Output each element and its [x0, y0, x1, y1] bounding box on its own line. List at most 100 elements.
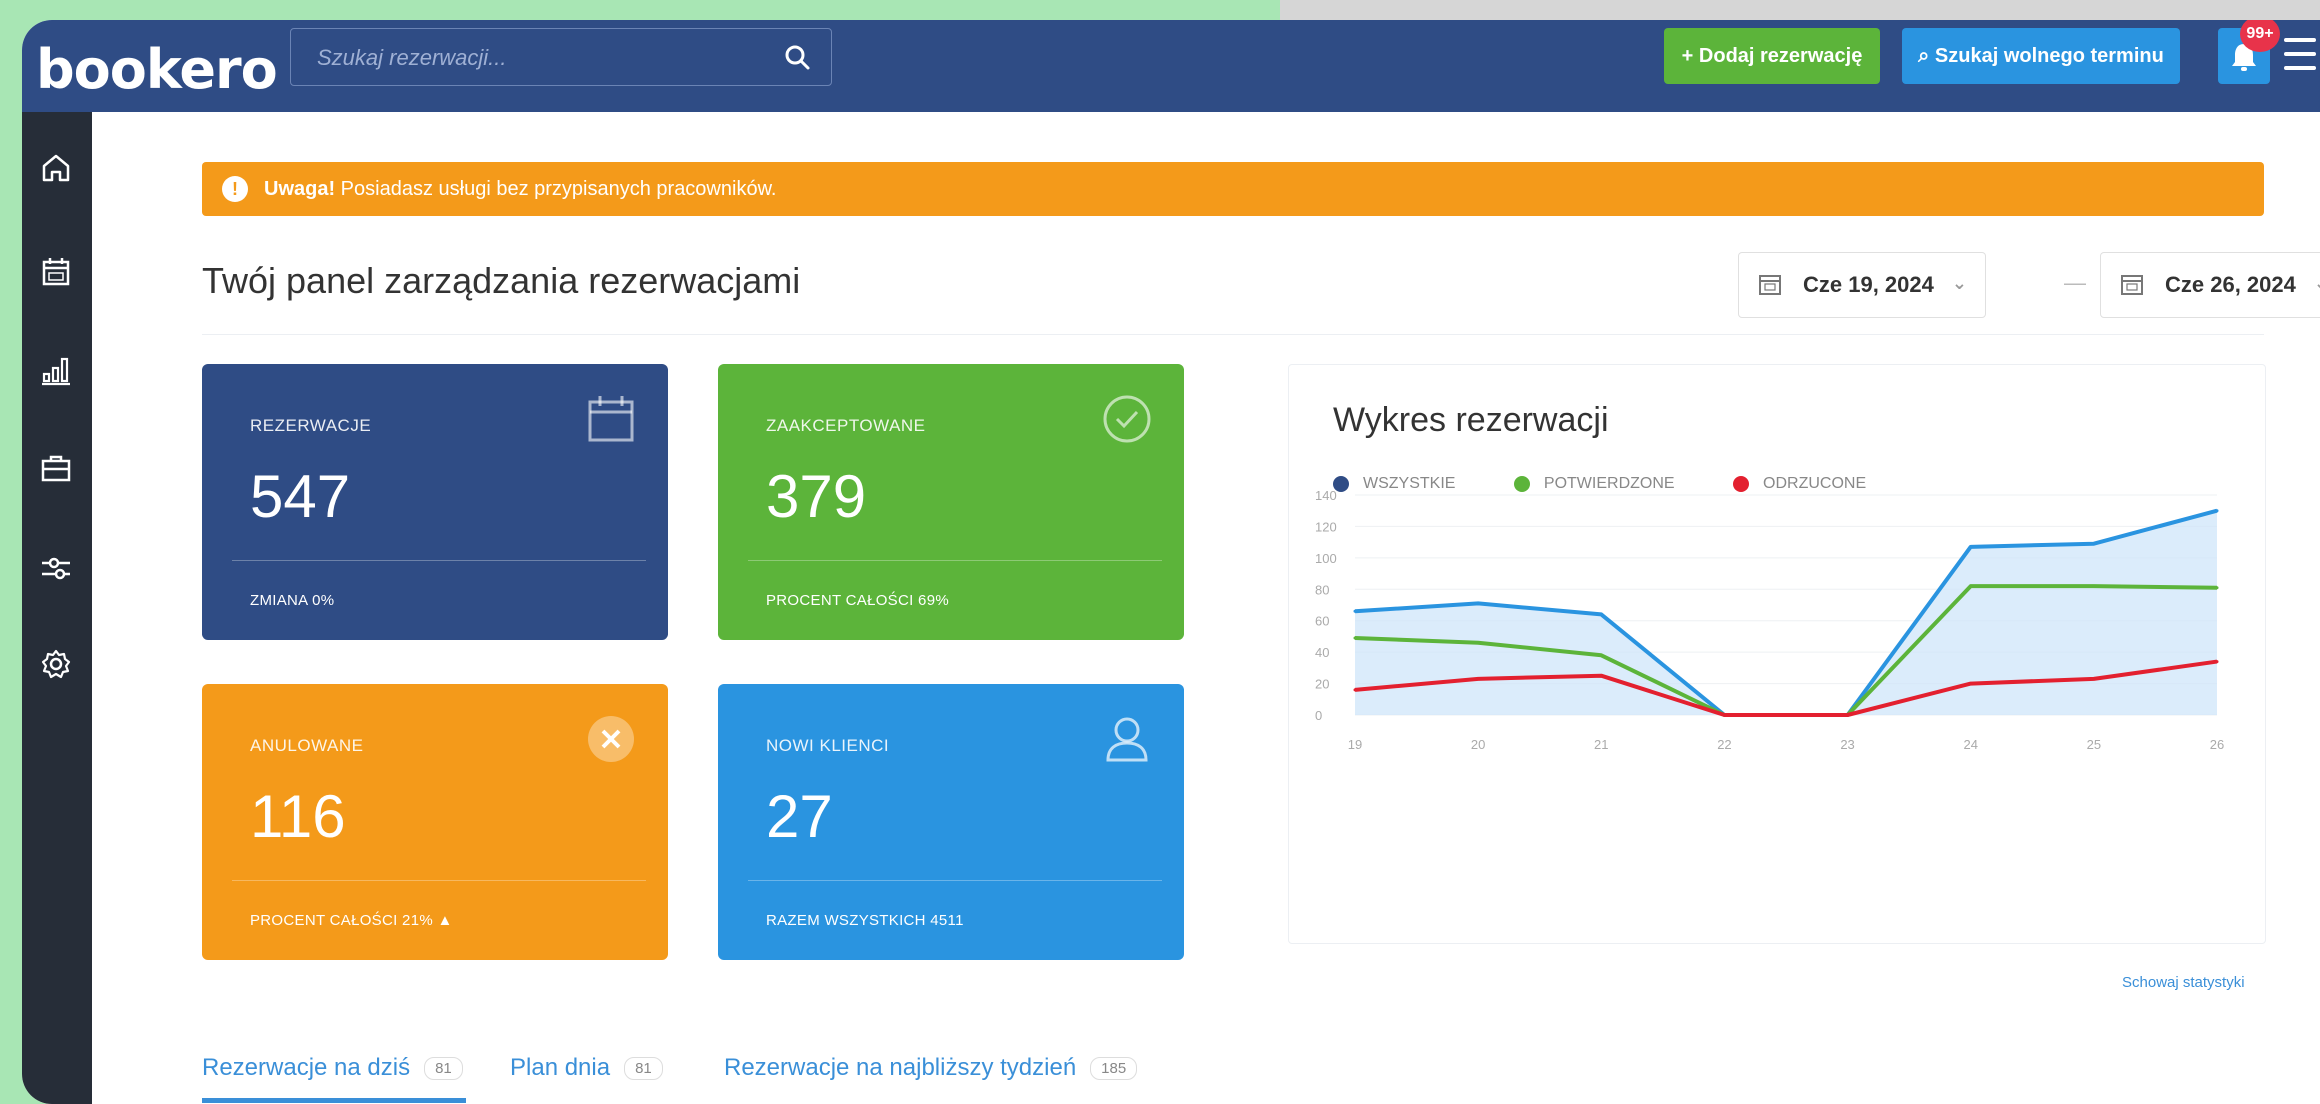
card-footer: RAZEM WSZYSTKICH 4511 — [766, 912, 964, 929]
info-icon: ! — [222, 176, 248, 202]
y-tick-label: 20 — [1315, 677, 1329, 692]
y-tick-label: 80 — [1315, 582, 1329, 597]
y-tick-label: 40 — [1315, 645, 1329, 660]
card-footer: PROCENT CAŁOŚCI 21% ▲ — [250, 912, 453, 929]
tab-count: 81 — [424, 1056, 463, 1080]
data-point — [1599, 612, 1603, 616]
x-tick-label: 22 — [1717, 737, 1731, 752]
stats-icon[interactable] — [36, 350, 76, 390]
main-content: ! Uwaga! Posiadasz usługi bez przypisany… — [92, 112, 2320, 1104]
calendar-icon[interactable] — [36, 252, 76, 292]
active-tab-indicator — [202, 1098, 466, 1103]
calendar-icon — [1759, 275, 1781, 295]
reservation-tabs: Rezerwacje na dziś 81 Plan dnia 81 Rezer… — [202, 1054, 2264, 1104]
card-divider — [232, 560, 646, 561]
sidebar — [22, 112, 92, 1104]
x-tick-label: 19 — [1348, 737, 1362, 752]
warning-banner: ! Uwaga! Posiadasz usługi bez przypisany… — [202, 162, 2264, 216]
notifications-badge: 99+ — [2240, 20, 2280, 52]
sliders-icon[interactable] — [36, 548, 76, 588]
close-circle-icon — [588, 716, 634, 762]
data-point — [2092, 677, 2096, 681]
home-icon[interactable] — [36, 148, 76, 188]
card-value: 116 — [250, 783, 346, 850]
card-divider — [232, 880, 646, 881]
tab-count: 81 — [624, 1056, 663, 1080]
card-footer: PROCENT CAŁOŚCI 69% — [766, 592, 949, 609]
date-to-value: Cze 26, 2024 — [2165, 272, 2296, 297]
x-tick-label: 24 — [1963, 737, 1977, 752]
add-reservation-button[interactable]: + Dodaj rezerwację — [1664, 28, 1880, 84]
date-from-picker[interactable]: Cze 19, 2024 ⌄ — [1738, 252, 1986, 318]
y-tick-label: 100 — [1315, 551, 1337, 566]
data-point — [1476, 677, 1480, 681]
data-point — [2215, 509, 2219, 513]
data-point — [1846, 713, 1850, 717]
tab-count: 185 — [1090, 1056, 1138, 1080]
card-divider — [748, 560, 1162, 561]
data-point — [1353, 688, 1357, 692]
top-header: bookero + Dodaj rezerwację ⌕ Szukaj woln… — [22, 20, 2320, 112]
calendar-icon — [2121, 275, 2143, 295]
page-title: Twój panel zarządzania rezerwacjami — [202, 260, 801, 301]
data-point — [1476, 601, 1480, 605]
date-to-picker[interactable]: Cze 26, 2024 ⌄ — [2100, 252, 2320, 318]
data-point — [1969, 584, 1973, 588]
x-tick-label: 21 — [1594, 737, 1608, 752]
data-point — [1353, 609, 1357, 613]
gear-icon[interactable] — [36, 644, 76, 684]
data-point — [1722, 713, 1726, 717]
find-free-slot-button[interactable]: ⌕ Szukaj wolnego terminu — [1902, 28, 2180, 84]
card-accepted[interactable]: ZAAKCEPTOWANE 379 PROCENT CAŁOŚCI 69% — [718, 364, 1184, 640]
check-circle-icon — [1103, 395, 1151, 443]
card-cancelled[interactable]: ANULOWANE 116 PROCENT CAŁOŚCI 21% ▲ — [202, 684, 668, 960]
card-value: 27 — [766, 783, 833, 850]
data-point — [2092, 542, 2096, 546]
search-box[interactable] — [290, 28, 832, 87]
series-area-all — [1355, 510, 2217, 715]
data-point — [1969, 682, 1973, 686]
data-point — [1353, 636, 1357, 640]
data-point — [1599, 674, 1603, 678]
tab-day-plan[interactable]: Plan dnia 81 — [510, 1054, 663, 1082]
date-separator: — — [2064, 270, 2086, 295]
card-title: REZERWACJE — [250, 416, 372, 435]
briefcase-icon[interactable] — [36, 448, 76, 488]
data-point — [1969, 545, 1973, 549]
x-tick-label: 26 — [2210, 737, 2224, 752]
data-point — [2092, 584, 2096, 588]
y-tick-label: 140 — [1315, 488, 1337, 503]
x-tick-label: 23 — [1840, 737, 1854, 752]
data-point — [1599, 653, 1603, 657]
y-tick-label: 60 — [1315, 614, 1329, 629]
app-window: bookero + Dodaj rezerwację ⌕ Szukaj woln… — [22, 20, 2320, 1104]
search-icon[interactable] — [783, 43, 811, 71]
card-reservations[interactable]: REZERWACJE 547 ZMIANA 0% — [202, 364, 668, 640]
reservations-chart-card: Wykres rezerwacji WSZYSTKIE POTWIERDZONE… — [1288, 364, 2266, 944]
y-tick-label: 120 — [1315, 519, 1337, 534]
data-point — [1476, 641, 1480, 645]
card-title: ZAAKCEPTOWANE — [766, 416, 926, 435]
data-point — [2215, 660, 2219, 664]
tab-today[interactable]: Rezerwacje na dziś 81 — [202, 1054, 463, 1082]
card-new-clients[interactable]: NOWI KLIENCI 27 RAZEM WSZYSTKICH 4511 — [718, 684, 1184, 960]
card-divider — [748, 880, 1162, 881]
line-chart: 0 20 40 60 80 100 120 140 19 20 21 22 23 24 25 26 — [1315, 488, 2224, 752]
chevron-down-icon: ⌄ — [1951, 273, 1967, 293]
y-tick-label: 0 — [1315, 708, 1322, 723]
logo: bookero — [36, 38, 278, 101]
tab-next-week[interactable]: Rezerwacje na najbliższy tydzień 185 — [724, 1054, 1138, 1082]
menu-icon[interactable] — [2284, 38, 2316, 72]
warning-text: Uwaga! Posiadasz usługi bez przypisanych… — [264, 178, 777, 200]
search-input[interactable] — [291, 29, 789, 87]
x-tick-label: 25 — [2087, 737, 2101, 752]
hide-stats-link[interactable]: Schowaj statystyki — [2122, 974, 2245, 991]
header-divider — [202, 334, 2264, 335]
card-title: NOWI KLIENCI — [766, 736, 890, 755]
card-title: ANULOWANE — [250, 736, 364, 755]
chevron-down-icon: ⌄ — [2314, 273, 2320, 294]
window-background-strip — [1280, 0, 2320, 20]
user-icon — [1106, 717, 1148, 762]
card-value: 547 — [250, 463, 351, 530]
card-value: 379 — [766, 463, 867, 530]
